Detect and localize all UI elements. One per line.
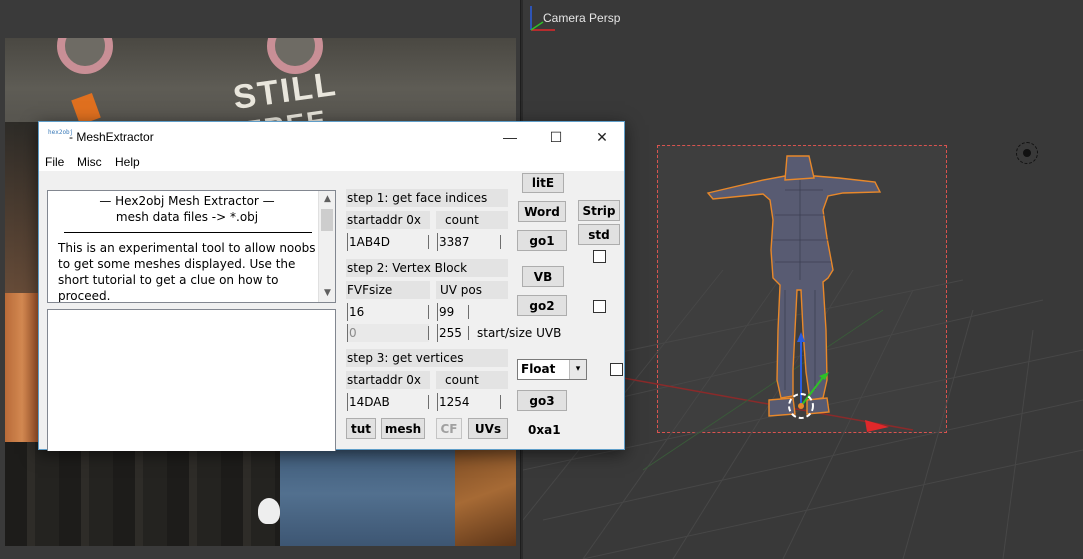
step3-startaddr-label: startaddr 0x: [346, 371, 430, 389]
app-icon: hex2obj: [48, 129, 74, 136]
gear-texture-region: [5, 442, 280, 546]
memo-subheading: mesh data files -> *.obj: [115, 210, 259, 224]
tutorial-button[interactable]: tut: [346, 418, 376, 439]
y-axis-line: [642, 309, 884, 471]
strip-button[interactable]: Strip: [578, 200, 620, 221]
info-memo[interactable]: — Hex2obj Mesh Extractor — mesh data fil…: [47, 190, 336, 303]
character-mesh[interactable]: [706, 155, 882, 417]
step2-uvb-start-field[interactable]: 0: [347, 324, 429, 342]
step1-startaddr-label: startaddr 0x: [346, 211, 430, 229]
boot-texture-region: [455, 442, 516, 546]
format-select[interactable]: Float ▾: [517, 359, 587, 380]
light-lamp-icon[interactable]: [1016, 142, 1038, 164]
go1-button[interactable]: go1: [517, 230, 567, 251]
vb-checkbox[interactable]: [593, 300, 606, 313]
strip-checkbox[interactable]: [593, 250, 606, 263]
step2-fvfsize-label: FVFsize: [346, 281, 430, 299]
skin-texture-region: [5, 293, 39, 443]
output-log[interactable]: [47, 309, 336, 451]
menu-bar: File Misc Help: [39, 152, 624, 172]
close-button[interactable]: ✕: [579, 122, 625, 152]
memo-heading: — Hex2obj Mesh Extractor —: [99, 194, 275, 208]
step1-count-label: count: [436, 211, 508, 229]
x-axis-arrow: [865, 420, 889, 432]
std-button[interactable]: std: [578, 224, 620, 245]
step2-fvfsize-field[interactable]: 16: [347, 303, 429, 321]
format-select-value: Float: [521, 362, 556, 376]
step2-uvpos-label: UV pos: [436, 281, 508, 299]
cf-button[interactable]: CF: [436, 418, 462, 439]
menu-misc[interactable]: Misc: [77, 155, 102, 169]
memo-scrollbar[interactable]: ▲ ▼: [318, 191, 335, 302]
uvs-button[interactable]: UVs: [468, 418, 508, 439]
memo-body: This is an experimental tool to allow no…: [58, 241, 316, 303]
vb-button[interactable]: VB: [522, 266, 564, 287]
maximize-button[interactable]: ☐: [533, 122, 579, 152]
step1-count-field[interactable]: 3387: [437, 233, 501, 251]
view-axis-gizmo-icon: [530, 6, 555, 31]
step3-count-field[interactable]: 1254: [437, 393, 501, 411]
step3-startaddr-field[interactable]: 14DAB: [347, 393, 429, 411]
scroll-down-icon[interactable]: ▼: [319, 285, 335, 302]
memo-divider: [64, 232, 312, 233]
step1-title: step 1: get face indices: [346, 189, 508, 207]
skull-icon: [258, 498, 280, 524]
memo-text: — Hex2obj Mesh Extractor — mesh data fil…: [58, 193, 316, 303]
step2-uvb-size-field[interactable]: 255: [437, 324, 469, 342]
go2-button[interactable]: go2: [517, 295, 567, 316]
step2-title: step 2: Vertex Block: [346, 259, 508, 277]
scrollbar-thumb[interactable]: [321, 209, 333, 231]
menu-file[interactable]: File: [45, 155, 64, 169]
go3-button[interactable]: go3: [517, 390, 567, 411]
origin-dot: [798, 403, 804, 409]
mesh-extractor-window[interactable]: hex2obj - MeshExtractor — ☐ ✕ File Misc …: [38, 121, 625, 451]
step2-uvpos-field[interactable]: 99: [437, 303, 469, 321]
window-titlebar[interactable]: hex2obj - MeshExtractor — ☐ ✕: [39, 122, 624, 152]
step2-uvb-label: start/size UVB: [477, 326, 562, 340]
format-checkbox[interactable]: [610, 363, 623, 376]
menu-help[interactable]: Help: [115, 155, 140, 169]
word-button[interactable]: Word: [518, 201, 566, 222]
jeans-texture-region: [280, 442, 455, 546]
mesh-button[interactable]: mesh: [381, 418, 425, 439]
lite-button[interactable]: litE: [522, 173, 564, 193]
step1-startaddr-field[interactable]: 1AB4D: [347, 233, 429, 251]
minimize-button[interactable]: —: [487, 122, 533, 152]
window-title: - MeshExtractor: [69, 130, 154, 144]
offset-readout: 0xa1: [528, 423, 561, 437]
step3-title: step 3: get vertices: [346, 349, 508, 367]
step3-count-label: count: [436, 371, 508, 389]
chevron-down-icon[interactable]: ▾: [569, 360, 586, 379]
scroll-up-icon[interactable]: ▲: [319, 191, 335, 208]
